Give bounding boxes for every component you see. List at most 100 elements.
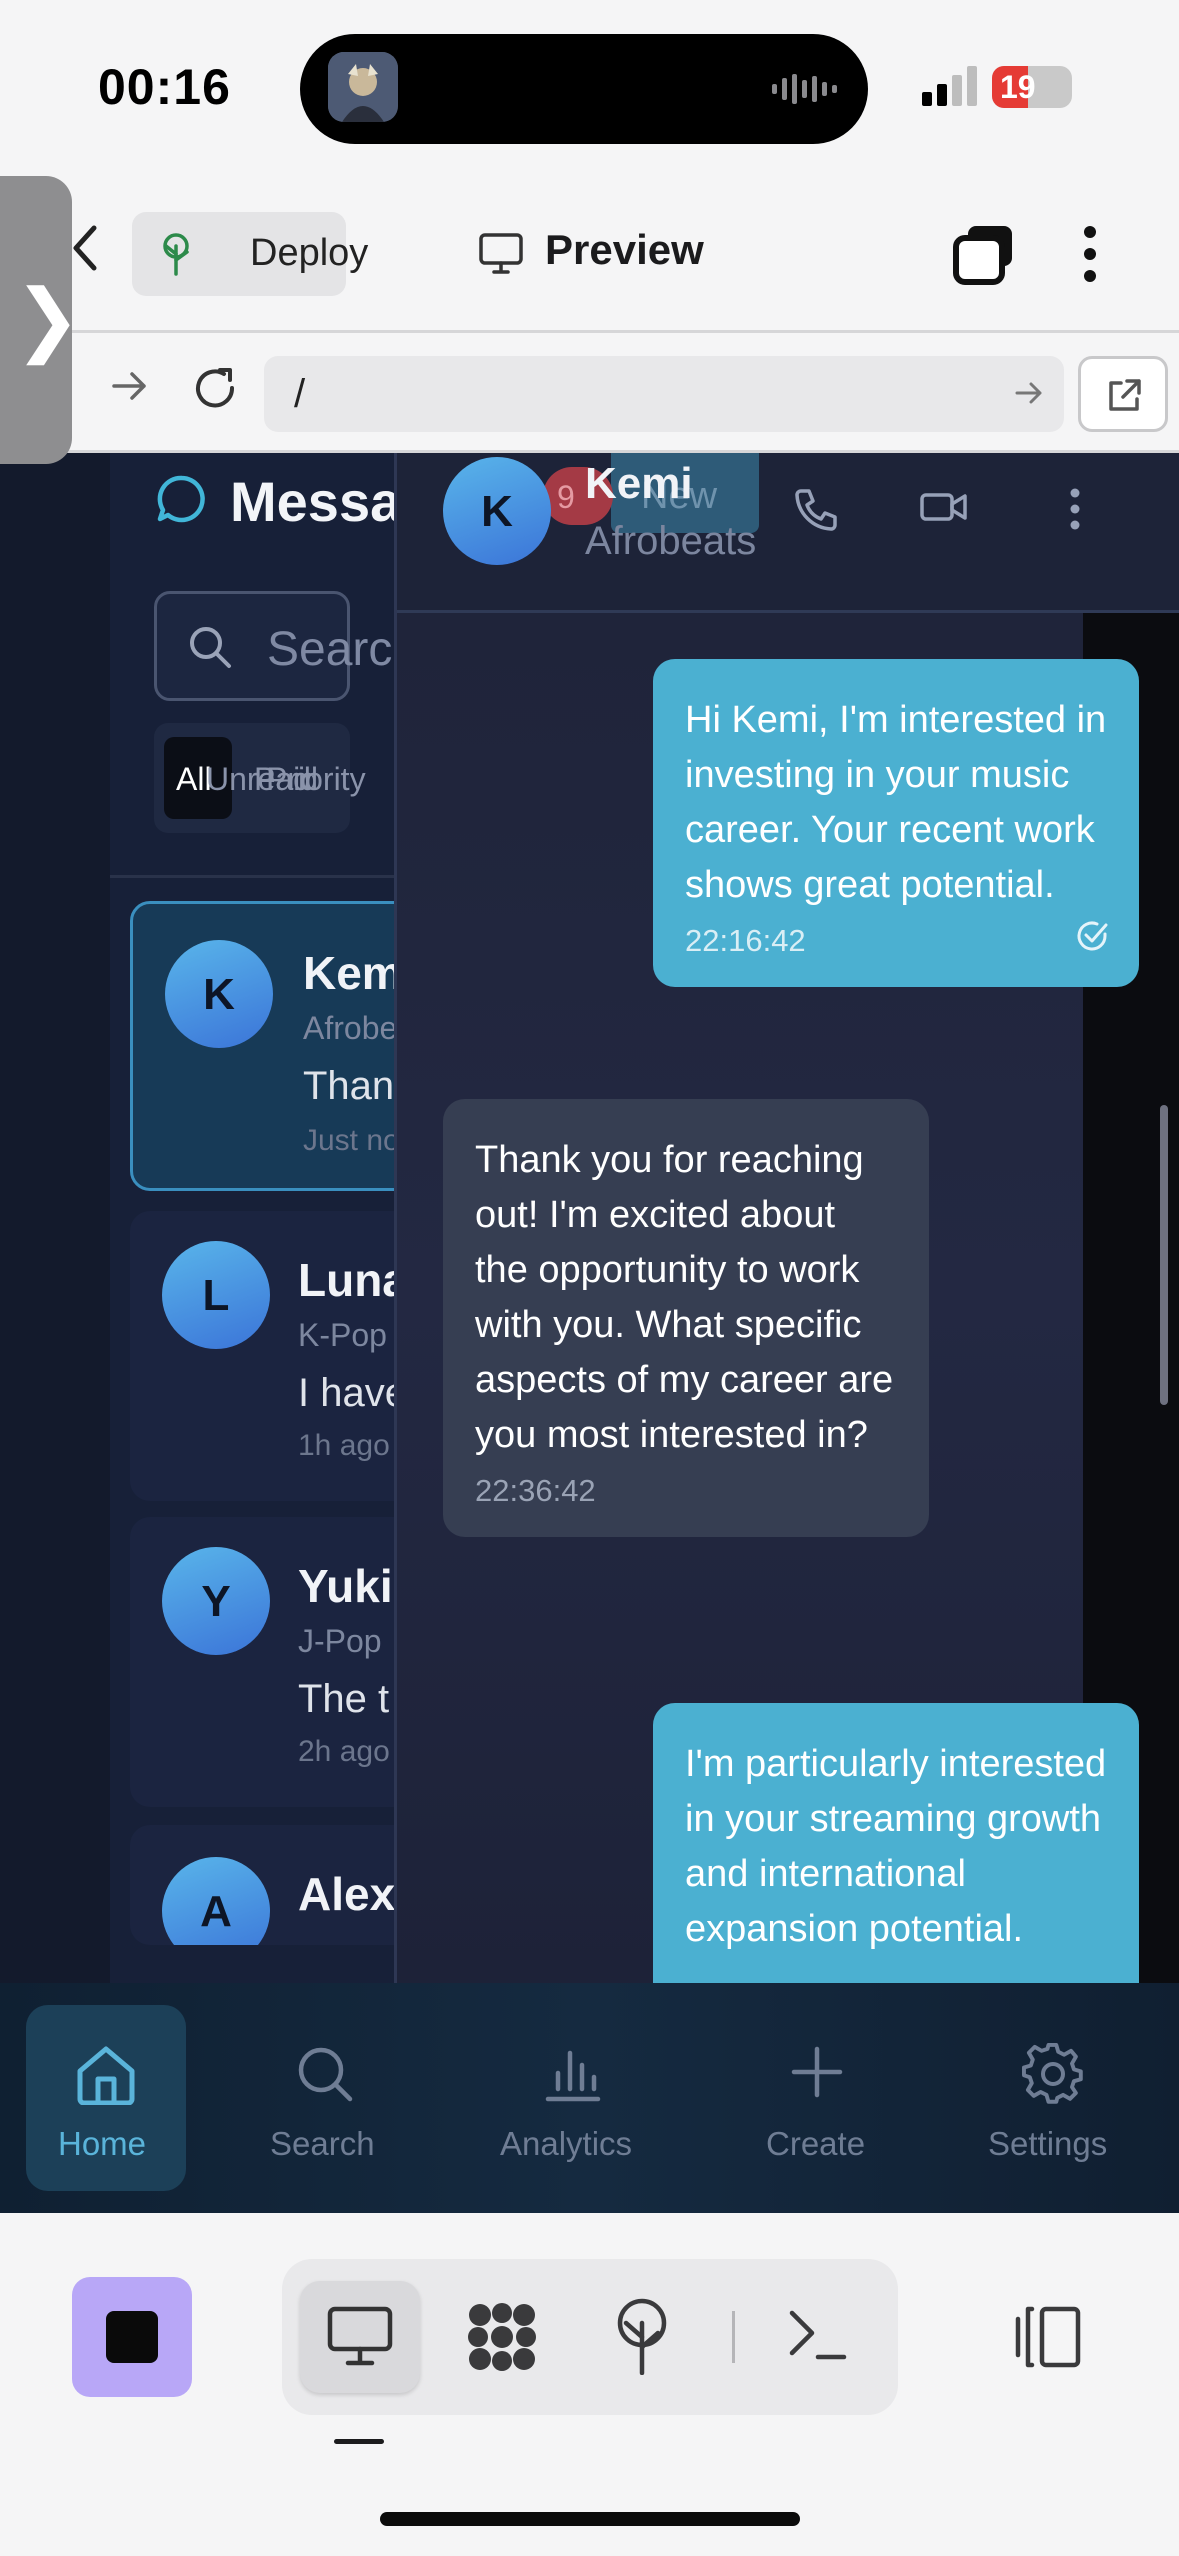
preview-title[interactable]: Preview: [545, 226, 704, 274]
external-link-icon: [1109, 379, 1141, 411]
avatar-initial: L: [202, 1271, 230, 1320]
chevron-left-icon: [73, 225, 97, 271]
read-check-icon: [1077, 921, 1108, 951]
signal-strength-icon: [922, 66, 977, 106]
nav-search[interactable]: Search: [242, 2005, 412, 2195]
battery-indicator: 19: [992, 66, 1072, 108]
stop-icon: [106, 2311, 158, 2363]
split-panel-icon[interactable]: [1010, 2305, 1082, 2369]
chat-contact-genre: Afrobeats: [585, 519, 757, 563]
message-text: I'm particularly interested in your stre…: [685, 1743, 1107, 1950]
monitor-icon: [479, 233, 523, 274]
nav-settings[interactable]: Settings: [968, 2005, 1138, 2195]
deploy-label: Deploy: [250, 232, 369, 274]
status-time: 00:16: [98, 59, 231, 115]
view-switcher: [282, 2259, 898, 2415]
reload-icon[interactable]: [192, 366, 238, 412]
nav-analytics[interactable]: Analytics: [490, 2005, 660, 2195]
open-external-button[interactable]: [1078, 356, 1168, 432]
message-time: 22:16:42: [685, 923, 806, 958]
avatar-initial: K: [203, 970, 235, 1019]
url-text: /: [294, 372, 306, 416]
message-outgoing: I'm particularly interested in your stre…: [653, 1703, 1139, 1983]
search-icon: [298, 2047, 353, 2102]
message-text: Thank you for reaching out! I'm excited …: [475, 1139, 894, 1456]
conversation-name: Luna: [298, 1254, 408, 1306]
monitor-icon: [327, 2306, 393, 2366]
nav-analytics-label: Analytics: [500, 2125, 633, 2162]
bottom-navigation: Home Search Analytics Create Settings: [0, 1983, 1179, 2213]
conversation-preview: I have: [298, 1371, 407, 1415]
conversation-item-alex[interactable]: A Alex: [130, 1825, 430, 1945]
conversation-item-luna[interactable]: L Luna K-Pop I have 1h ago: [130, 1211, 430, 1501]
avatar: K: [165, 940, 273, 1048]
tabs-switcher-icon[interactable]: [952, 224, 1016, 286]
avatar-initial: A: [200, 1887, 232, 1936]
dynamic-island[interactable]: [300, 34, 868, 144]
url-field[interactable]: /: [264, 356, 1064, 432]
side-panel-toggle[interactable]: ❯: [0, 176, 81, 464]
message-text: Hi Kemi, I'm interested in investing in …: [685, 699, 1107, 906]
chat-scrollbar[interactable]: [1160, 1105, 1168, 1405]
deploy-tree-icon: [163, 233, 189, 276]
conversation-item-yuki[interactable]: Y Yuki J-Pop The t 2h ago: [130, 1517, 430, 1807]
chat-avatar[interactable]: K: [443, 457, 551, 565]
message-time: 22:36:42: [475, 1473, 596, 1508]
nav-home-label: Home: [58, 2125, 147, 2162]
app-viewport: Messages Search All Unread Paid Priority…: [0, 453, 1179, 1983]
preview-view-button[interactable]: [300, 2281, 420, 2393]
phone-icon[interactable]: [793, 487, 839, 533]
audio-waveform-icon: [772, 74, 837, 104]
conversation-time: 2h ago: [298, 1735, 390, 1768]
conversation-search-input[interactable]: Search: [154, 591, 419, 701]
avatar: L: [162, 1241, 270, 1349]
conversation-list-panel: Messages Search All Unread Paid Priority…: [110, 453, 498, 1983]
go-arrow-icon[interactable]: [1014, 378, 1044, 408]
badge-count: 9: [557, 479, 575, 515]
conversation-time: 1h ago: [298, 1429, 390, 1462]
conversation-name: Yuki: [298, 1560, 393, 1612]
avatar-initial: Y: [201, 1577, 231, 1626]
home-indicator[interactable]: [380, 2512, 800, 2526]
chat-more-icon[interactable]: [1069, 487, 1081, 531]
nav-settings-label: Settings: [988, 2125, 1108, 2162]
bar-chart-icon: [545, 2050, 601, 2102]
chat-header: New 9 K Kemi Afrobeats: [397, 453, 1179, 613]
deploy-button[interactable]: Deploy: [132, 212, 368, 296]
filter-tabs: All Unread Paid Priority: [154, 723, 366, 833]
battery-percent: 19: [1000, 69, 1036, 105]
now-playing-thumbnail: [328, 52, 398, 122]
avatar: A: [162, 1857, 270, 1945]
conversation-genre: K-Pop: [298, 1317, 387, 1353]
message-bubble-icon: [157, 475, 205, 523]
stop-button[interactable]: [72, 2277, 192, 2397]
search-icon: [190, 627, 231, 668]
deploy-tree-icon[interactable]: [612, 2297, 672, 2375]
home-icon: [77, 2046, 135, 2105]
conversation-preview: The t: [298, 1677, 390, 1721]
message-outgoing: Hi Kemi, I'm interested in investing in …: [653, 659, 1139, 987]
more-options-icon[interactable]: [1082, 224, 1098, 284]
forward-arrow-icon[interactable]: [110, 368, 150, 404]
video-call-icon[interactable]: [919, 487, 969, 527]
avatar: Y: [162, 1547, 270, 1655]
toolbar-separator: [732, 2311, 735, 2363]
filter-tab-priority[interactable]: Priority: [266, 761, 366, 798]
ide-toolbar: [0, 2213, 1179, 2556]
gear-icon: [1022, 2043, 1083, 2104]
plus-icon: [791, 2046, 843, 2098]
conversation-item-kemi[interactable]: K Kemi Afrobeats Thank you Just now: [130, 901, 430, 1191]
chat-panel: New 9 K Kemi Afrobeats Hi Kemi, I'm inte…: [394, 453, 1179, 1983]
conversation-name: Alex: [298, 1868, 396, 1920]
chat-contact-name: Kemi: [585, 459, 693, 508]
conversation-genre: J-Pop: [298, 1623, 382, 1659]
nav-create[interactable]: Create: [732, 2005, 902, 2195]
list-divider: [110, 875, 410, 878]
chevron-right-icon: ❯: [14, 274, 82, 363]
nav-create-label: Create: [766, 2125, 866, 2162]
nav-search-label: Search: [270, 2125, 375, 2162]
active-view-indicator: [334, 2439, 384, 2444]
apps-grid-icon[interactable]: [464, 2299, 540, 2375]
nav-home[interactable]: Home: [26, 2005, 186, 2191]
terminal-icon[interactable]: [788, 2307, 848, 2363]
